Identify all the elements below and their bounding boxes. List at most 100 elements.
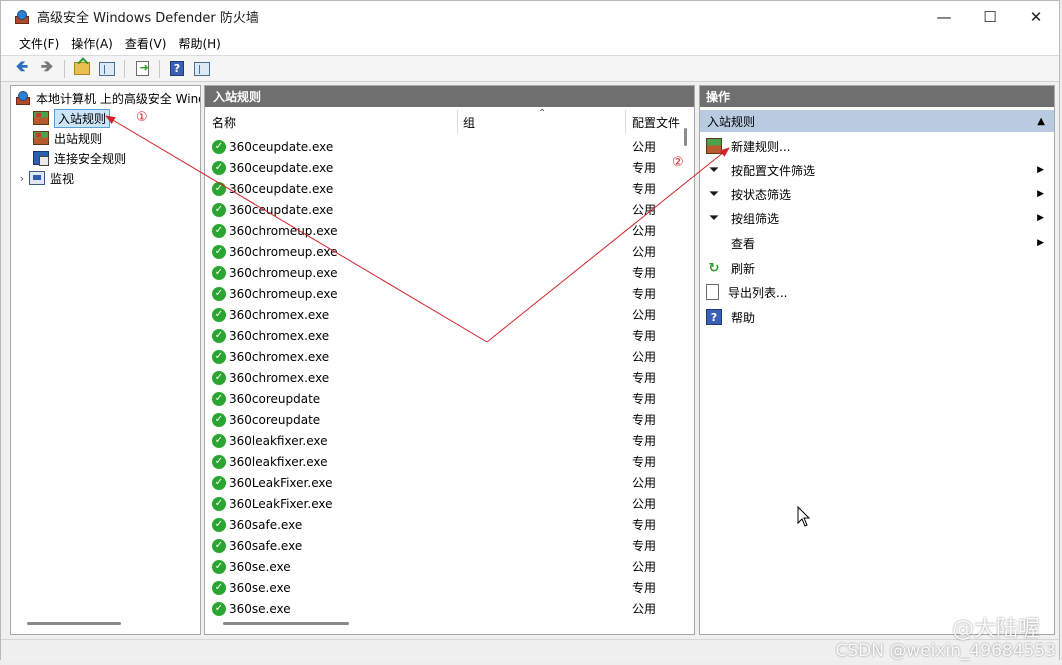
table-row[interactable]: ✓ 360se.exe 专用 <box>205 577 683 598</box>
action-help[interactable]: ? 帮助 <box>706 306 1050 328</box>
help-button[interactable]: ? <box>166 58 188 79</box>
action-label: 帮助 <box>731 310 756 325</box>
table-row[interactable]: ✓ 360chromeup.exe 专用 <box>205 283 683 304</box>
rule-name: 360chromex.exe <box>229 370 330 385</box>
table-row[interactable]: ✓ 360ceupdate.exe 公用 <box>205 136 683 157</box>
rule-name: 360se.exe <box>229 601 291 616</box>
action-new-rule[interactable]: 新建规则... <box>706 135 1050 157</box>
expand-chevron-icon[interactable]: › <box>15 172 29 185</box>
rule-profile: 公用 <box>632 224 657 238</box>
tree-item-connection-security-rules[interactable]: 连接安全规则 <box>33 148 126 168</box>
maximize-button[interactable]: ☐ <box>967 1 1013 32</box>
rule-name: 360chromex.exe <box>229 328 330 343</box>
rule-name: 360safe.exe <box>229 538 303 553</box>
table-row[interactable]: ✓ 360chromex.exe 专用 <box>205 367 683 388</box>
rules-list-pane: 入站规则 名称 组 ⌃ 配置文件 ✓ 360ceupdate.exe 公用 ✓ 360c… <box>204 85 695 635</box>
rules-table: ✓ 360ceupdate.exe 公用 ✓ 360ceupdate.exe 专用 ✓ 360… <box>205 136 683 619</box>
rule-profile: 专用 <box>632 182 657 196</box>
tree-item-inbound-rules[interactable]: 入站规则 <box>33 108 111 128</box>
tree-root[interactable]: 本地计算机 上的高级安全 Windows Defender 防火墙 <box>15 88 200 108</box>
minimize-button[interactable]: — <box>921 1 967 32</box>
table-row[interactable]: ✓ 360chromeup.exe 公用 <box>205 241 683 262</box>
action-refresh[interactable]: ↻ 刷新 <box>706 257 1050 279</box>
enabled-check-icon: ✓ <box>212 475 226 490</box>
table-row[interactable]: ✓ 360safe.exe 专用 <box>205 535 683 556</box>
filter-icon: ⏷ <box>708 210 720 226</box>
show-action-pane-button[interactable] <box>191 58 213 79</box>
horizontal-scrollbar[interactable] <box>27 622 121 625</box>
close-button[interactable]: ✕ <box>1013 1 1059 32</box>
enabled-check-icon: ✓ <box>212 265 226 280</box>
export-list-button[interactable] <box>131 58 153 79</box>
back-icon: 🡸 <box>15 57 29 75</box>
menu-file[interactable]: 文件(F) <box>13 35 65 52</box>
submenu-arrow-icon: ▶ <box>1037 165 1044 175</box>
forward-button[interactable]: 🡺 <box>36 57 58 79</box>
column-header-group[interactable]: 组 <box>463 111 475 133</box>
table-row[interactable]: ✓ 360se.exe 公用 <box>205 598 683 619</box>
table-row[interactable]: ✓ 360ceupdate.exe 公用 <box>205 199 683 220</box>
forward-icon: 🡺 <box>40 57 54 75</box>
tree-item-monitoring[interactable]: › 监视 <box>15 168 74 188</box>
menu-action[interactable]: 操作(A) <box>65 35 119 52</box>
action-label: 新建规则... <box>731 139 791 154</box>
back-button[interactable]: 🡸 <box>11 57 33 79</box>
tree-item-label: 入站规则 <box>54 108 111 128</box>
enabled-check-icon: ✓ <box>212 454 226 469</box>
rule-name-cell: ✓ 360chromex.exe <box>212 328 330 343</box>
column-header-profile[interactable]: 配置文件 <box>632 111 680 133</box>
table-row[interactable]: ✓ 360safe.exe 专用 <box>205 514 683 535</box>
table-row[interactable]: ✓ 360leakfixer.exe 专用 <box>205 430 683 451</box>
show-tree-icon <box>99 61 115 76</box>
firewall-app-icon <box>14 9 30 25</box>
table-row[interactable]: ✓ 360coreupdate 专用 <box>205 388 683 409</box>
rule-profile: 公用 <box>632 476 657 490</box>
column-header-name[interactable]: 名称 <box>212 111 236 133</box>
tree-item-outbound-rules[interactable]: 出站规则 <box>33 128 102 148</box>
action-label: 导出列表... <box>728 285 788 300</box>
table-row[interactable]: ✓ 360chromeup.exe 专用 <box>205 262 683 283</box>
rule-name-cell: ✓ 360chromex.exe <box>212 349 329 364</box>
rule-name: 360ceupdate.exe <box>229 181 334 196</box>
rule-profile: 公用 <box>632 203 657 217</box>
column-divider[interactable] <box>457 110 458 134</box>
action-label: 按配置文件筛选 <box>731 163 816 178</box>
action-label: 按状态筛选 <box>731 187 792 202</box>
rule-name-cell: ✓ 360coreupdate <box>212 391 320 406</box>
enabled-check-icon: ✓ <box>212 559 226 574</box>
action-filter-by-group[interactable]: ⏷ 按组筛选 ▶ <box>706 207 1050 229</box>
table-row[interactable]: ✓ 360LeakFixer.exe 公用 <box>205 472 683 493</box>
up-folder-button[interactable] <box>71 58 93 79</box>
watermark-csdn: CSDN @weixin_49684553 <box>835 641 1056 661</box>
horizontal-scrollbar[interactable] <box>223 622 349 625</box>
table-row[interactable]: ✓ 360chromex.exe 公用 <box>205 304 683 325</box>
table-row[interactable]: ✓ 360chromex.exe 公用 <box>205 346 683 367</box>
show-tree-button[interactable] <box>96 58 118 79</box>
menu-view[interactable]: 查看(V) <box>119 35 173 52</box>
rule-profile: 专用 <box>632 329 657 343</box>
table-row[interactable]: ✓ 360coreupdate 专用 <box>205 409 683 430</box>
table-row[interactable]: ✓ 360se.exe 公用 <box>205 556 683 577</box>
column-divider[interactable] <box>625 110 626 134</box>
action-export-list[interactable]: 导出列表... <box>706 281 1050 303</box>
table-row[interactable]: ✓ 360ceupdate.exe 专用 <box>205 157 683 178</box>
actions-section-inbound-rules[interactable]: 入站规则 ▲ <box>700 110 1054 132</box>
mouse-cursor-icon <box>797 506 811 527</box>
table-row[interactable]: ✓ 360chromeup.exe 公用 <box>205 220 683 241</box>
table-row[interactable]: ✓ 360ceupdate.exe 专用 <box>205 178 683 199</box>
table-row[interactable]: ✓ 360leakfixer.exe 专用 <box>205 451 683 472</box>
action-label: 查看 <box>731 236 756 251</box>
action-filter-by-state[interactable]: ⏷ 按状态筛选 ▶ <box>706 183 1050 205</box>
collapse-caret-icon[interactable]: ▲ <box>1037 116 1045 127</box>
table-row[interactable]: ✓ 360LeakFixer.exe 公用 <box>205 493 683 514</box>
action-view[interactable]: 查看 ▶ <box>706 232 1050 254</box>
table-row[interactable]: ✓ 360chromex.exe 专用 <box>205 325 683 346</box>
vertical-scrollbar[interactable] <box>684 128 687 146</box>
inbound-rules-icon <box>33 111 49 125</box>
menu-help[interactable]: 帮助(H) <box>172 35 226 52</box>
section-label: 入站规则 <box>707 114 756 129</box>
rule-profile: 专用 <box>632 392 657 406</box>
rule-profile: 专用 <box>632 539 657 553</box>
enabled-check-icon: ✓ <box>212 496 226 511</box>
action-filter-by-profile[interactable]: ⏷ 按配置文件筛选 ▶ <box>706 159 1050 181</box>
